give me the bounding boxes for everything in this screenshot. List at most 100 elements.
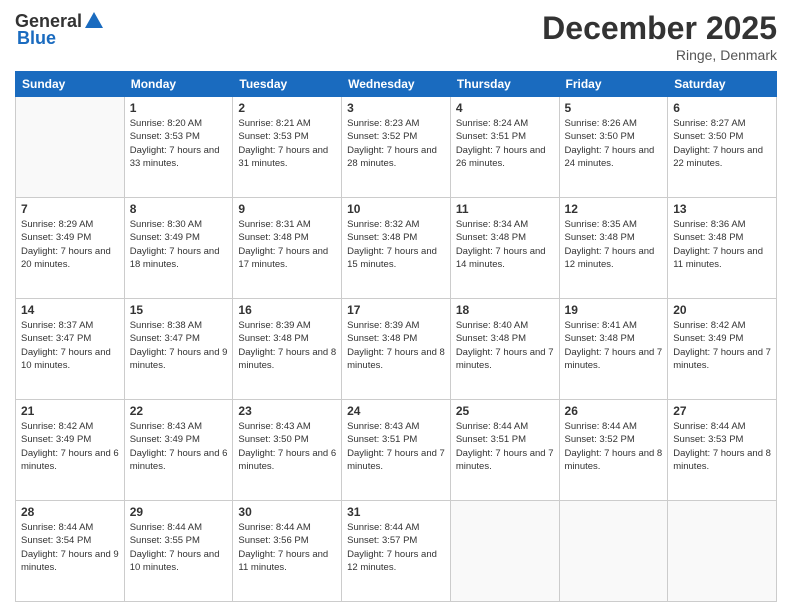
calendar-cell: 8 Sunrise: 8:30 AMSunset: 3:49 PMDaylight… [124, 198, 233, 299]
day-info: Sunrise: 8:42 AMSunset: 3:49 PMDaylight:… [673, 319, 771, 372]
header: General Blue December 2025 Ringe, Denmar… [15, 10, 777, 63]
calendar-week-row: 28 Sunrise: 8:44 AMSunset: 3:54 PMDayligh… [16, 501, 777, 602]
weekday-header: Wednesday [342, 72, 451, 97]
day-number: 6 [673, 101, 771, 115]
day-number: 26 [565, 404, 663, 418]
page: General Blue December 2025 Ringe, Denmar… [0, 0, 792, 612]
calendar-week-row: 21Sunrise: 8:42 AMSunset: 3:49 PMDayligh… [16, 400, 777, 501]
calendar-cell [559, 501, 668, 602]
day-info: Sunrise: 8:44 AMSunset: 3:52 PMDaylight:… [565, 420, 663, 473]
day-number: 22 [130, 404, 228, 418]
calendar-cell [668, 501, 777, 602]
day-info: Sunrise: 8:44 AMSunset: 3:56 PMDaylight:… [238, 521, 336, 574]
day-info: Sunrise: 8:31 AMSunset: 3:48 PMDaylight:… [238, 218, 336, 271]
day-info: Sunrise: 8:44 AMSunset: 3:54 PMDaylight:… [21, 521, 119, 574]
day-info: Sunrise: 8:44 AMSunset: 3:57 PMDaylight:… [347, 521, 445, 574]
calendar: SundayMondayTuesdayWednesdayThursdayFrid… [15, 71, 777, 602]
calendar-cell: 29Sunrise: 8:44 AMSunset: 3:55 PMDayligh… [124, 501, 233, 602]
day-info: Sunrise: 8:21 AMSunset: 3:53 PMDaylight:… [238, 117, 336, 170]
day-info: Sunrise: 8:44 AMSunset: 3:55 PMDaylight:… [130, 521, 228, 574]
day-info: Sunrise: 8:29 AMSunset: 3:49 PMDaylight:… [21, 218, 119, 271]
calendar-cell: 20 Sunrise: 8:42 AMSunset: 3:49 PMDayligh… [668, 299, 777, 400]
day-number: 5 [565, 101, 663, 115]
calendar-cell: 6 Sunrise: 8:27 AMSunset: 3:50 PMDaylight… [668, 97, 777, 198]
day-number: 10 [347, 202, 445, 216]
logo-icon [83, 10, 105, 32]
day-number: 12 [565, 202, 663, 216]
day-info: Sunrise: 8:43 AMSunset: 3:51 PMDaylight:… [347, 420, 445, 473]
title-section: December 2025 Ringe, Denmark [542, 10, 777, 63]
calendar-cell: 7 Sunrise: 8:29 AMSunset: 3:49 PMDaylight… [16, 198, 125, 299]
calendar-cell: 23 Sunrise: 8:43 AMSunset: 3:50 PMDayligh… [233, 400, 342, 501]
calendar-cell: 9Sunrise: 8:31 AMSunset: 3:48 PMDaylight… [233, 198, 342, 299]
calendar-cell: 26 Sunrise: 8:44 AMSunset: 3:52 PMDayligh… [559, 400, 668, 501]
day-number: 8 [130, 202, 228, 216]
day-number: 4 [456, 101, 554, 115]
day-number: 15 [130, 303, 228, 317]
day-info: Sunrise: 8:37 AMSunset: 3:47 PMDaylight:… [21, 319, 119, 372]
calendar-week-row: 7 Sunrise: 8:29 AMSunset: 3:49 PMDaylight… [16, 198, 777, 299]
day-info: Sunrise: 8:24 AMSunset: 3:51 PMDaylight:… [456, 117, 554, 170]
day-info: Sunrise: 8:36 AMSunset: 3:48 PMDaylight:… [673, 218, 771, 271]
calendar-cell: 12 Sunrise: 8:35 AMSunset: 3:48 PMDayligh… [559, 198, 668, 299]
calendar-cell: 22Sunrise: 8:43 AMSunset: 3:49 PMDayligh… [124, 400, 233, 501]
calendar-cell: 1 Sunrise: 8:20 AMSunset: 3:53 PMDaylight… [124, 97, 233, 198]
calendar-cell: 24Sunrise: 8:43 AMSunset: 3:51 PMDayligh… [342, 400, 451, 501]
day-info: Sunrise: 8:34 AMSunset: 3:48 PMDaylight:… [456, 218, 554, 271]
calendar-cell: 18 Sunrise: 8:40 AMSunset: 3:48 PMDayligh… [450, 299, 559, 400]
day-number: 28 [21, 505, 119, 519]
day-number: 1 [130, 101, 228, 115]
calendar-cell: 5 Sunrise: 8:26 AMSunset: 3:50 PMDaylight… [559, 97, 668, 198]
day-info: Sunrise: 8:27 AMSunset: 3:50 PMDaylight:… [673, 117, 771, 170]
calendar-cell: 3 Sunrise: 8:23 AMSunset: 3:52 PMDaylight… [342, 97, 451, 198]
day-number: 3 [347, 101, 445, 115]
day-number: 16 [238, 303, 336, 317]
calendar-cell: 11Sunrise: 8:34 AMSunset: 3:48 PMDayligh… [450, 198, 559, 299]
calendar-cell: 19 Sunrise: 8:41 AMSunset: 3:48 PMDayligh… [559, 299, 668, 400]
calendar-cell: 15Sunrise: 8:38 AMSunset: 3:47 PMDayligh… [124, 299, 233, 400]
weekday-header: Monday [124, 72, 233, 97]
day-number: 27 [673, 404, 771, 418]
weekday-header: Thursday [450, 72, 559, 97]
day-info: Sunrise: 8:41 AMSunset: 3:48 PMDaylight:… [565, 319, 663, 372]
calendar-cell: 4 Sunrise: 8:24 AMSunset: 3:51 PMDaylight… [450, 97, 559, 198]
calendar-cell: 30 Sunrise: 8:44 AMSunset: 3:56 PMDayligh… [233, 501, 342, 602]
calendar-week-row: 14 Sunrise: 8:37 AMSunset: 3:47 PMDayligh… [16, 299, 777, 400]
day-info: Sunrise: 8:20 AMSunset: 3:53 PMDaylight:… [130, 117, 228, 170]
day-info: Sunrise: 8:43 AMSunset: 3:50 PMDaylight:… [238, 420, 336, 473]
day-number: 20 [673, 303, 771, 317]
calendar-cell: 13 Sunrise: 8:36 AMSunset: 3:48 PMDayligh… [668, 198, 777, 299]
weekday-header: Saturday [668, 72, 777, 97]
day-info: Sunrise: 8:35 AMSunset: 3:48 PMDaylight:… [565, 218, 663, 271]
calendar-cell [16, 97, 125, 198]
day-number: 14 [21, 303, 119, 317]
day-info: Sunrise: 8:30 AMSunset: 3:49 PMDaylight:… [130, 218, 228, 271]
day-number: 31 [347, 505, 445, 519]
day-info: Sunrise: 8:39 AMSunset: 3:48 PMDaylight:… [238, 319, 336, 372]
calendar-week-row: 1 Sunrise: 8:20 AMSunset: 3:53 PMDaylight… [16, 97, 777, 198]
calendar-header-row: SundayMondayTuesdayWednesdayThursdayFrid… [16, 72, 777, 97]
day-number: 19 [565, 303, 663, 317]
day-number: 30 [238, 505, 336, 519]
calendar-cell: 10Sunrise: 8:32 AMSunset: 3:48 PMDayligh… [342, 198, 451, 299]
logo: General Blue [15, 10, 106, 49]
calendar-cell: 2Sunrise: 8:21 AMSunset: 3:53 PMDaylight… [233, 97, 342, 198]
logo-blue-text: Blue [17, 28, 56, 49]
day-info: Sunrise: 8:44 AMSunset: 3:53 PMDaylight:… [673, 420, 771, 473]
day-number: 25 [456, 404, 554, 418]
calendar-cell: 16 Sunrise: 8:39 AMSunset: 3:48 PMDayligh… [233, 299, 342, 400]
calendar-cell: 28 Sunrise: 8:44 AMSunset: 3:54 PMDayligh… [16, 501, 125, 602]
day-info: Sunrise: 8:39 AMSunset: 3:48 PMDaylight:… [347, 319, 445, 372]
day-number: 17 [347, 303, 445, 317]
day-info: Sunrise: 8:40 AMSunset: 3:48 PMDaylight:… [456, 319, 554, 372]
day-info: Sunrise: 8:23 AMSunset: 3:52 PMDaylight:… [347, 117, 445, 170]
weekday-header: Tuesday [233, 72, 342, 97]
day-number: 13 [673, 202, 771, 216]
day-info: Sunrise: 8:44 AMSunset: 3:51 PMDaylight:… [456, 420, 554, 473]
calendar-cell [450, 501, 559, 602]
day-number: 18 [456, 303, 554, 317]
day-info: Sunrise: 8:26 AMSunset: 3:50 PMDaylight:… [565, 117, 663, 170]
day-number: 7 [21, 202, 119, 216]
day-number: 23 [238, 404, 336, 418]
weekday-header: Sunday [16, 72, 125, 97]
